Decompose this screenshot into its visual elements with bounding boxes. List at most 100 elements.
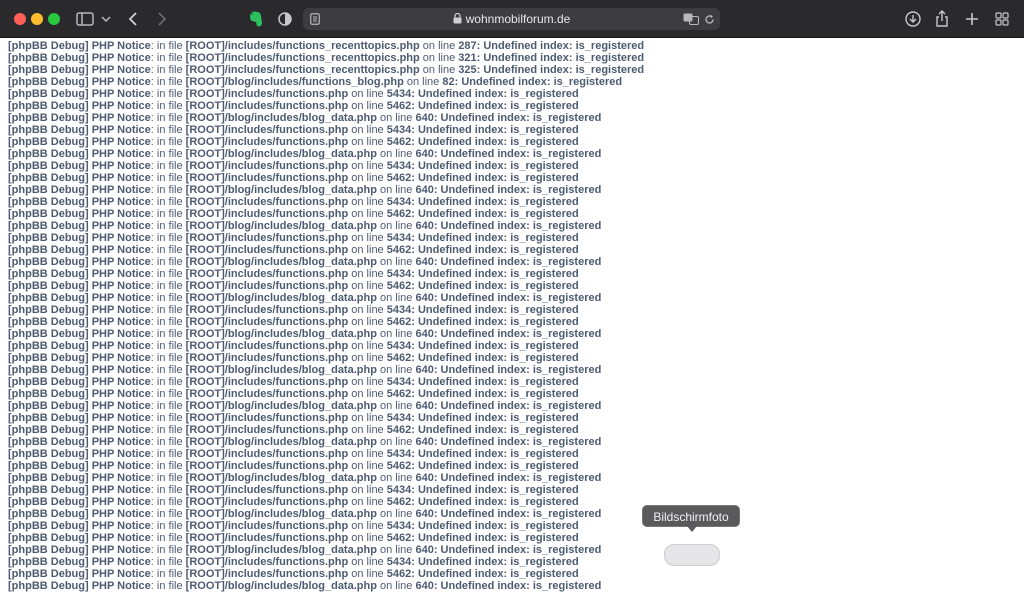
- debug-file-path: [ROOT]/blog/includes/blog_data.php: [185, 472, 377, 484]
- debug-on-line: on line: [376, 580, 416, 592]
- debug-line: [phpBB Debug] PHP Notice: in file [ROOT]…: [8, 292, 1024, 304]
- debug-message: : Undefined index: is_registered: [411, 172, 579, 184]
- tab-overview-icon: [995, 12, 1009, 26]
- downloads-button[interactable]: [905, 9, 921, 29]
- debug-line-number: 321: [458, 52, 477, 64]
- debug-prefix: [phpBB Debug] PHP Notice: [8, 64, 151, 76]
- debug-message: : Undefined index: is_registered: [411, 208, 579, 220]
- debug-file-path: [ROOT]/includes/functions.php: [185, 88, 349, 100]
- forward-button[interactable]: [155, 9, 169, 29]
- debug-on-line: on line: [348, 460, 387, 472]
- debug-prefix: [phpBB Debug] PHP Notice: [8, 160, 151, 172]
- debug-line-number: 5462: [386, 424, 412, 436]
- debug-prefix: [phpBB Debug] PHP Notice: [8, 232, 151, 244]
- debug-line: [phpBB Debug] PHP Notice: in file [ROOT]…: [8, 532, 1024, 544]
- debug-line-number: 5434: [386, 448, 412, 460]
- debug-file-path: [ROOT]/includes/functions.php: [185, 352, 349, 364]
- tab-overview-button[interactable]: [994, 9, 1010, 29]
- debug-line: [phpBB Debug] PHP Notice: in file [ROOT]…: [8, 388, 1024, 400]
- debug-on-line: on line: [419, 64, 459, 76]
- debug-message: : Undefined index: is_registered: [433, 328, 602, 340]
- debug-line-number: 640: [415, 580, 434, 592]
- debug-in-file: : in file: [150, 52, 186, 64]
- debug-message: : Undefined index: is_registered: [433, 580, 602, 592]
- debug-message: : Undefined index: is_registered: [411, 568, 579, 580]
- debug-message: : Undefined index: is_registered: [411, 376, 579, 388]
- address-bar[interactable]: wohnmobilforum.de: [303, 8, 720, 30]
- debug-on-line: on line: [348, 100, 387, 112]
- debug-line: [phpBB Debug] PHP Notice: in file [ROOT]…: [8, 472, 1024, 484]
- debug-prefix: [phpBB Debug] PHP Notice: [8, 316, 151, 328]
- debug-prefix: [phpBB Debug] PHP Notice: [8, 100, 151, 112]
- debug-message: : Undefined index: is_registered: [411, 244, 579, 256]
- reload-icon: [704, 14, 714, 24]
- debug-file-path: [ROOT]/includes/functions.php: [185, 532, 349, 544]
- debug-line-number: 5462: [386, 460, 412, 472]
- debug-on-line: on line: [348, 232, 387, 244]
- debug-line-number: 5434: [386, 88, 412, 100]
- debug-line: [phpBB Debug] PHP Notice: in file [ROOT]…: [8, 520, 1024, 532]
- debug-in-file: : in file: [150, 172, 186, 184]
- debug-file-path: [ROOT]/includes/functions.php: [185, 196, 349, 208]
- back-button[interactable]: [126, 9, 140, 29]
- screenshot-toolbar[interactable]: [664, 544, 720, 566]
- sidebar-menu-button[interactable]: [100, 9, 112, 29]
- debug-on-line: on line: [376, 292, 416, 304]
- debug-on-line: on line: [348, 532, 387, 544]
- debug-on-line: on line: [376, 544, 416, 556]
- reload-button[interactable]: [703, 11, 715, 27]
- sidebar-toggle-button[interactable]: [76, 9, 94, 29]
- debug-message: : Undefined index: is_registered: [433, 508, 602, 520]
- debug-line: [phpBB Debug] PHP Notice: in file [ROOT]…: [8, 424, 1024, 436]
- debug-file-path: [ROOT]/includes/functions.php: [185, 568, 349, 580]
- debug-line-number: 640: [415, 184, 434, 196]
- debug-in-file: : in file: [150, 556, 186, 568]
- debug-prefix: [phpBB Debug] PHP Notice: [8, 172, 151, 184]
- privacy-extension-button[interactable]: [278, 9, 292, 29]
- debug-file-path: [ROOT]/includes/functions_recenttopics.p…: [185, 40, 420, 52]
- debug-prefix: [phpBB Debug] PHP Notice: [8, 520, 151, 532]
- back-icon: [128, 12, 137, 26]
- debug-message: : Undefined index: is_registered: [411, 496, 579, 508]
- translate-button[interactable]: [683, 11, 699, 27]
- debug-line-number: 5434: [386, 484, 412, 496]
- zoom-window-button[interactable]: [48, 13, 60, 25]
- debug-in-file: : in file: [150, 412, 186, 424]
- new-tab-button[interactable]: [965, 9, 979, 29]
- debug-prefix: [phpBB Debug] PHP Notice: [8, 568, 151, 580]
- debug-prefix: [phpBB Debug] PHP Notice: [8, 304, 151, 316]
- debug-on-line: on line: [376, 508, 416, 520]
- debug-line: [phpBB Debug] PHP Notice: in file [ROOT]…: [8, 40, 1024, 52]
- debug-on-line: on line: [348, 316, 387, 328]
- debug-in-file: : in file: [150, 220, 186, 232]
- debug-in-file: : in file: [150, 448, 186, 460]
- debug-message: : Undefined index: is_registered: [476, 64, 645, 76]
- debug-in-file: : in file: [150, 532, 186, 544]
- close-window-button[interactable]: [14, 13, 26, 25]
- debug-line-number: 5434: [386, 304, 412, 316]
- debug-file-path: [ROOT]/includes/functions.php: [185, 232, 349, 244]
- debug-prefix: [phpBB Debug] PHP Notice: [8, 340, 151, 352]
- debug-line: [phpBB Debug] PHP Notice: in file [ROOT]…: [8, 76, 1024, 88]
- debug-line: [phpBB Debug] PHP Notice: in file [ROOT]…: [8, 196, 1024, 208]
- debug-line-number: 5434: [386, 376, 412, 388]
- debug-message: : Undefined index: is_registered: [411, 412, 579, 424]
- evernote-extension-button[interactable]: [248, 9, 264, 29]
- debug-line-number: 5434: [386, 412, 412, 424]
- debug-prefix: [phpBB Debug] PHP Notice: [8, 136, 151, 148]
- debug-on-line: on line: [376, 472, 416, 484]
- debug-in-file: : in file: [150, 112, 186, 124]
- debug-line: [phpBB Debug] PHP Notice: in file [ROOT]…: [8, 268, 1024, 280]
- url-display[interactable]: wohnmobilforum.de: [303, 11, 720, 28]
- debug-line-number: 640: [415, 256, 434, 268]
- debug-message: : Undefined index: is_registered: [433, 544, 602, 556]
- debug-line: [phpBB Debug] PHP Notice: in file [ROOT]…: [8, 52, 1024, 64]
- share-button[interactable]: [935, 9, 949, 29]
- debug-on-line: on line: [348, 304, 387, 316]
- debug-on-line: on line: [348, 568, 387, 580]
- debug-line-number: 5462: [386, 352, 412, 364]
- debug-message: : Undefined index: is_registered: [433, 256, 602, 268]
- debug-file-path: [ROOT]/blog/includes/blog_data.php: [185, 364, 377, 376]
- debug-prefix: [phpBB Debug] PHP Notice: [8, 280, 151, 292]
- minimize-window-button[interactable]: [31, 13, 43, 25]
